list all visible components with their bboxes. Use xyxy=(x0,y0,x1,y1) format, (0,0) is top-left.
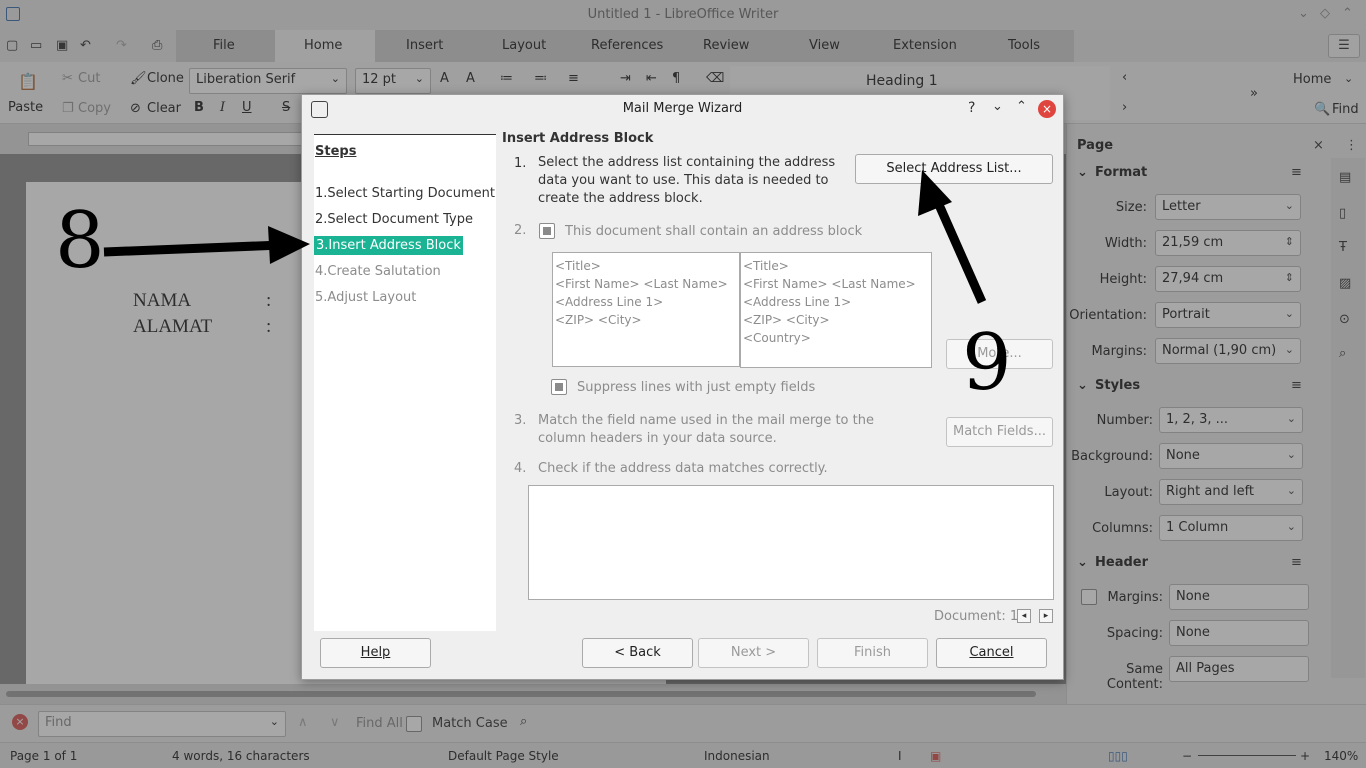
arrow-to-select-address-list xyxy=(918,170,987,304)
arrow-to-step-3 xyxy=(103,226,310,264)
annotation-arrows xyxy=(103,170,987,304)
annotation-number-9: 9 xyxy=(962,318,1012,408)
